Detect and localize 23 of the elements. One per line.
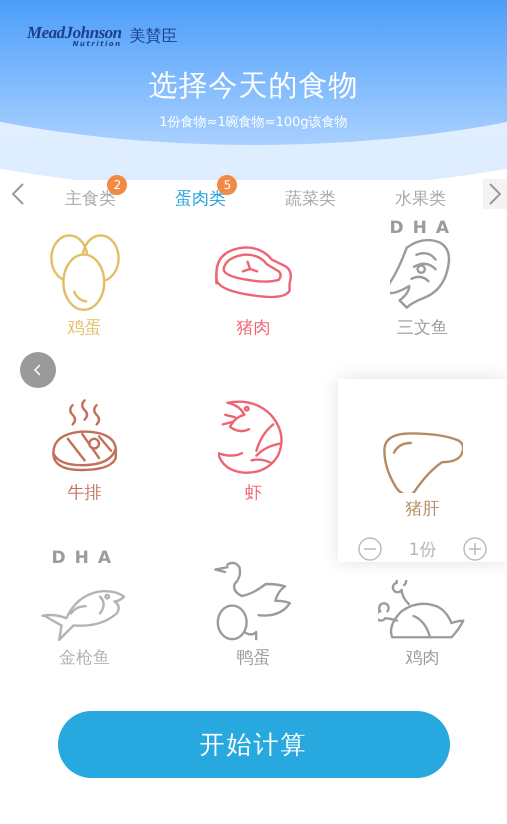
food-label: 鸡肉 xyxy=(406,647,440,669)
food-label: 猪肉 xyxy=(236,317,270,339)
minus-icon[interactable] xyxy=(356,536,383,562)
page-subtitle: 1份食物≈1碗食物≈100g该食物 xyxy=(159,114,348,131)
start-button[interactable]: 开始计算 xyxy=(58,711,450,778)
food-card[interactable]: 猪肝 1份 xyxy=(338,379,507,562)
category-tab[interactable]: 蔬菜类 xyxy=(255,174,366,214)
next-icon[interactable] xyxy=(483,179,507,209)
food-label: 牛排 xyxy=(68,482,102,504)
dha-label: DHA xyxy=(390,218,458,238)
page-title: 选择今天的食物 xyxy=(148,67,358,104)
food-label: 三文鱼 xyxy=(397,317,448,339)
food-label: 鸡蛋 xyxy=(68,317,102,339)
amount-value: 1份 xyxy=(408,538,436,560)
category-tab[interactable]: 水果类 xyxy=(365,174,476,214)
plus-icon[interactable] xyxy=(462,536,488,562)
food-label: 虾 xyxy=(245,482,262,504)
brand-name: 美賛臣 xyxy=(130,26,178,46)
food-label: 猪肝 xyxy=(406,498,440,520)
dha-label: DHA xyxy=(52,548,120,568)
back-button[interactable] xyxy=(20,352,56,388)
food-label: 鸭蛋 xyxy=(236,647,270,669)
food-label: 金枪鱼 xyxy=(59,647,110,669)
